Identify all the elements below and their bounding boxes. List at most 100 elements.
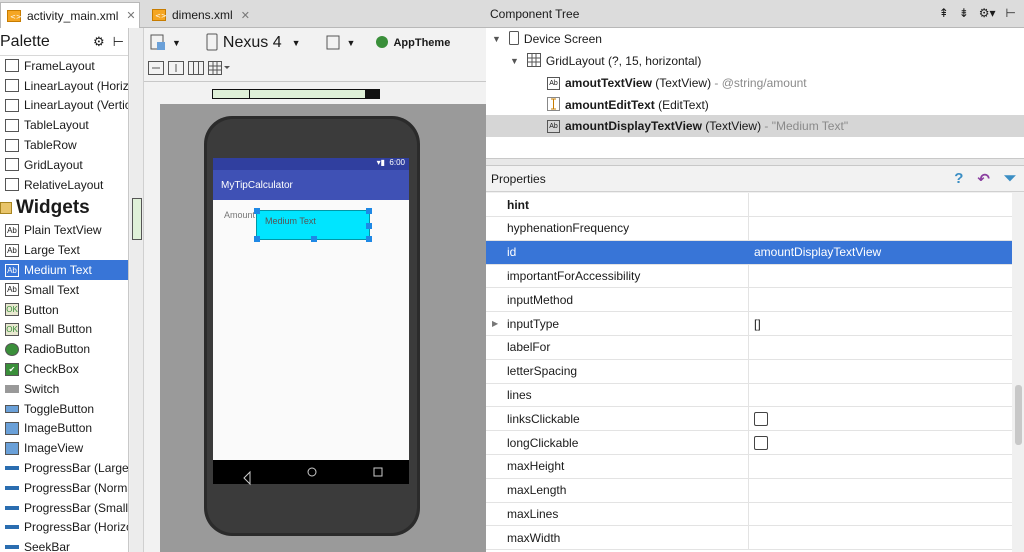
palette-item[interactable]: GridLayout — [0, 155, 128, 175]
theme-select[interactable]: AppTheme — [393, 37, 450, 49]
device-icon[interactable] — [148, 33, 168, 54]
palette-item[interactable]: Ab Large Text — [0, 240, 128, 260]
property-row-maxheight[interactable]: maxHeight — [486, 454, 1012, 479]
property-checkbox[interactable] — [754, 435, 768, 450]
expand-vertical-icon[interactable] — [168, 61, 184, 78]
property-value-cell[interactable] — [749, 360, 754, 383]
palette-item[interactable]: Ab Medium Text — [0, 260, 128, 280]
properties-scrollbar[interactable] — [1012, 193, 1024, 552]
palette-item[interactable]: OK Small Button — [0, 320, 128, 340]
palette-item[interactable]: ProgressBar (Small) — [0, 498, 128, 518]
palette-item[interactable]: RelativeLayout — [0, 175, 128, 195]
columns-icon[interactable] — [188, 61, 204, 78]
undo-icon[interactable]: ↶ — [977, 170, 990, 188]
palette-item[interactable]: Switch — [0, 379, 128, 399]
tree-item-device-screen[interactable]: ▼ Device Screen — [492, 28, 602, 50]
palette-item[interactable]: SeekBar — [0, 537, 128, 552]
svg-text:<>: <> — [155, 12, 166, 20]
palette-item[interactable]: ToggleButton — [0, 399, 128, 419]
property-row-hyphenationfrequency[interactable]: hyphenationFrequency — [486, 216, 1012, 241]
property-name-cell: labelFor — [486, 335, 749, 359]
filter-icon[interactable]: ⏷ — [1004, 170, 1016, 188]
tree-item-gridlayout[interactable]: ▼ GridLayout (?, 15, horizontal) — [510, 50, 701, 72]
chevron-down-icon[interactable]: ▼ — [292, 38, 301, 48]
palette-item[interactable]: TableRow — [0, 135, 128, 155]
tree-item-amountedittext[interactable]: amountEditText (EditText) — [547, 94, 709, 116]
palette-item[interactable]: ProgressBar (Norma — [0, 478, 128, 498]
chevron-down-icon[interactable]: ▼ — [347, 38, 356, 48]
property-row-maxlines[interactable]: maxLines — [486, 502, 1012, 527]
property-value-cell[interactable] — [749, 336, 754, 359]
property-row-id[interactable]: id amountDisplayTextView — [486, 240, 1012, 265]
property-row-maxwidth[interactable]: maxWidth — [486, 526, 1012, 551]
expand-arrow-icon[interactable]: ▶ — [492, 319, 498, 328]
tree-item-amouttextview[interactable]: Ab amoutTextView (TextView) - @string/am… — [547, 72, 807, 94]
property-value-cell[interactable]: [] — [749, 312, 761, 335]
pin-icon[interactable]: ⊢ — [113, 34, 124, 50]
property-row-hint[interactable]: hint — [486, 193, 1012, 217]
orientation-icon[interactable] — [325, 33, 343, 54]
palette-item[interactable]: RadioButton — [0, 339, 128, 359]
palette-item[interactable]: TableLayout — [0, 115, 128, 135]
palette-item[interactable]: ProgressBar (Horizo — [0, 518, 128, 538]
property-value-cell[interactable] — [749, 288, 754, 311]
property-value-cell[interactable] — [749, 526, 754, 549]
property-value-cell[interactable] — [749, 479, 754, 502]
property-value-cell[interactable] — [749, 383, 754, 406]
property-row-lines[interactable]: lines — [486, 383, 1012, 408]
edittext-icon — [547, 96, 560, 114]
grid-icon[interactable] — [208, 61, 230, 78]
property-row-importantforaccessibility[interactable]: importantForAccessibility — [486, 264, 1012, 289]
collapse-all-icon[interactable]: ⇟ — [959, 6, 969, 20]
property-row-inputmethod[interactable]: inputMethod — [486, 288, 1012, 313]
property-row-letterspacing[interactable]: letterSpacing — [486, 359, 1012, 384]
close-icon[interactable]: ✕ — [126, 9, 135, 22]
pin-icon[interactable]: ⊢ — [1006, 6, 1016, 20]
palette-item[interactable]: ProgressBar (Large) — [0, 458, 128, 478]
gear-icon[interactable]: ⚙ — [93, 34, 105, 50]
property-value-cell[interactable] — [749, 217, 754, 240]
tab-dimens[interactable]: <> dimens.xml ✕ — [146, 2, 258, 28]
property-value-cell[interactable]: amountDisplayTextView — [749, 241, 881, 264]
property-checkbox[interactable] — [754, 411, 768, 426]
property-row-inputtype[interactable]: ▶ inputType [] — [486, 312, 1012, 336]
palette-item[interactable]: Ab Small Text — [0, 280, 128, 300]
property-value-cell[interactable] — [749, 431, 768, 454]
palette-item[interactable]: OK Button — [0, 300, 128, 320]
property-row-maxlength[interactable]: maxLength — [486, 478, 1012, 503]
property-value-cell[interactable] — [749, 407, 768, 430]
palette-item[interactable]: FrameLayout — [0, 56, 128, 76]
device-select[interactable]: Nexus 4 — [223, 34, 282, 52]
palette-item[interactable]: ImageButton — [0, 419, 128, 439]
medium-text-selection[interactable]: Medium Text — [254, 208, 372, 242]
palette-item-label: FrameLayout — [24, 58, 95, 73]
property-value-cell[interactable] — [749, 193, 754, 216]
panel-splitter[interactable] — [486, 158, 1024, 166]
property-value-cell[interactable] — [749, 502, 754, 525]
tab-activity-main[interactable]: <> activity_main.xml ✕ — [0, 2, 140, 28]
progressbar-icon — [5, 525, 19, 530]
property-row-longclickable[interactable]: longClickable — [486, 431, 1012, 455]
palette-item[interactable]: ✔ CheckBox — [0, 359, 128, 379]
palette-item[interactable]: Ab Plain TextView — [0, 221, 128, 241]
scroll-indicator[interactable] — [132, 198, 142, 240]
palette-item[interactable]: ImageView — [0, 438, 128, 458]
gear-icon[interactable]: ⚙▾ — [979, 6, 996, 20]
expand-all-icon[interactable]: ⇞ — [939, 6, 949, 20]
expand-horizontal-icon[interactable] — [148, 61, 164, 78]
amount-label[interactable]: Amount — [224, 210, 255, 220]
palette-item-label: ProgressBar (Large) — [24, 461, 129, 476]
tree-item-amountdisplaytextview[interactable]: Ab amountDisplayTextView (TextView) - "M… — [486, 115, 1024, 137]
palette-category-widgets[interactable]: Widgets — [0, 195, 128, 221]
chevron-down-icon[interactable]: ▼ — [172, 38, 181, 48]
scrollbar-thumb[interactable] — [1015, 385, 1022, 445]
palette-item[interactable]: LinearLayout (Horizo — [0, 76, 128, 96]
help-icon[interactable]: ? — [954, 170, 963, 188]
property-row-linksclickable[interactable]: linksClickable — [486, 407, 1012, 432]
property-value-cell[interactable] — [749, 264, 754, 287]
imagebutton-icon — [5, 421, 19, 435]
close-icon[interactable]: ✕ — [241, 9, 250, 22]
palette-item[interactable]: LinearLayout (Vertic — [0, 96, 128, 116]
property-value-cell[interactable] — [749, 455, 754, 478]
property-row-labelfor[interactable]: labelFor — [486, 335, 1012, 360]
